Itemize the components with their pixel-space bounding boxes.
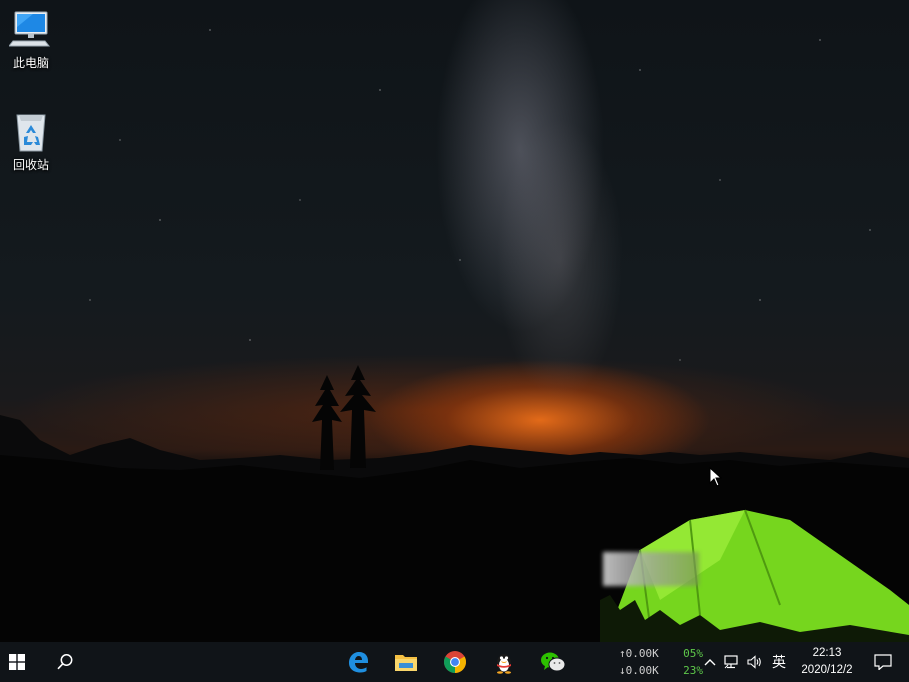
speaker-icon xyxy=(747,655,761,669)
action-center-button[interactable] xyxy=(868,642,898,682)
clock-time: 22:13 xyxy=(812,647,842,659)
network-speed-meter[interactable]: ↑0.00K 05% ↓0.00K 23% xyxy=(619,645,703,679)
taskbar-app-wechat[interactable] xyxy=(531,642,575,682)
wechat-icon xyxy=(541,652,566,672)
desktop-icon-recycle-bin[interactable]: 回收站 xyxy=(0,108,62,173)
blurred-notification xyxy=(603,552,699,586)
start-button[interactable] xyxy=(0,642,34,682)
edge-icon xyxy=(349,652,368,673)
notification-icon xyxy=(874,654,892,670)
upload-rate: ↑0.00K xyxy=(619,647,659,660)
this-pc-icon xyxy=(8,6,54,52)
taskbar-app-edge[interactable] xyxy=(336,642,380,682)
chevron-up-icon xyxy=(704,659,716,666)
download-row: ↓0.00K 23% xyxy=(619,662,703,679)
desktop-icon-label: 此电脑 xyxy=(12,56,49,70)
qq-penguin-icon xyxy=(497,654,511,674)
chrome-icon xyxy=(444,651,466,673)
folder-icon xyxy=(395,655,417,671)
network-icon xyxy=(724,655,738,669)
volume-button[interactable] xyxy=(745,642,765,682)
mountain-silhouette xyxy=(0,365,909,642)
windows-logo-icon xyxy=(9,654,25,670)
network-status-button[interactable] xyxy=(722,642,742,682)
upload-row: ↑0.00K 05% xyxy=(619,645,703,662)
input-method-indicator[interactable]: 英 xyxy=(768,642,790,682)
desktop-wallpaper xyxy=(0,0,909,642)
mouse-cursor-icon xyxy=(709,467,723,487)
taskbar-app-chrome[interactable] xyxy=(433,642,477,682)
taskbar-clock[interactable]: 22:13 2020/12/2 xyxy=(792,645,862,679)
show-hidden-icons-button[interactable] xyxy=(701,642,719,682)
download-rate: ↓0.00K xyxy=(619,664,659,677)
taskbar-app-file-explorer[interactable] xyxy=(384,642,428,682)
recycle-bin-icon xyxy=(8,108,54,154)
search-button[interactable] xyxy=(48,642,82,682)
clock-date: 2020/12/2 xyxy=(801,664,853,676)
taskbar-app-qq[interactable] xyxy=(482,642,526,682)
search-icon xyxy=(57,654,73,670)
desktop-icon-label: 回收站 xyxy=(12,158,49,172)
desktop-icon-this-pc[interactable]: 此电脑 xyxy=(0,6,62,71)
